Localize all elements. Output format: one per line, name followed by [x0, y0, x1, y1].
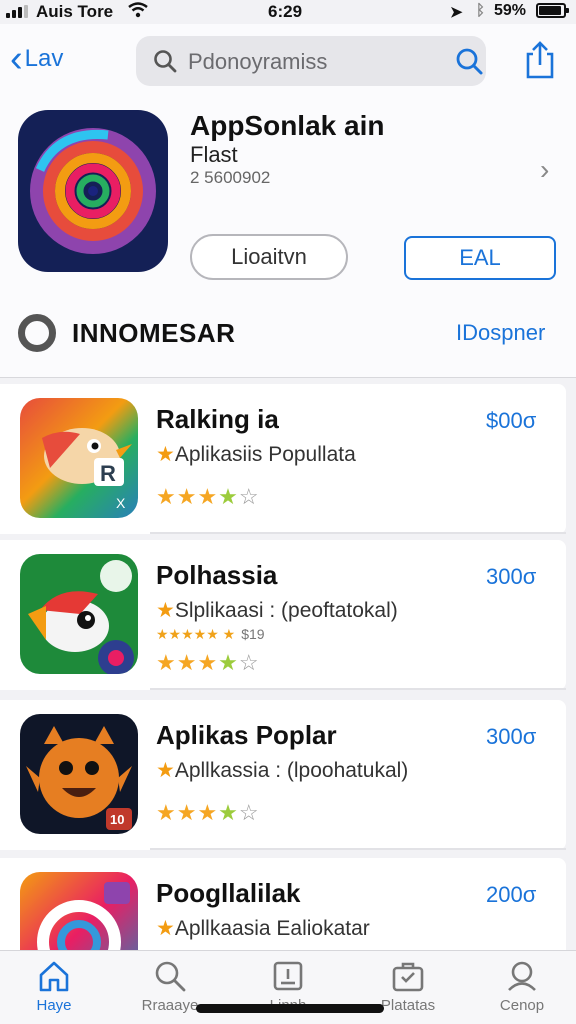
rating-stars: ★★★★☆: [156, 800, 260, 825]
list-item[interactable]: R X Ralking ia $00σ ★Aplikasiis Popullat…: [0, 384, 566, 534]
document-icon: [273, 961, 303, 991]
app-subtitle: Flast: [190, 142, 238, 167]
back-button[interactable]: ‹ Lav: [10, 38, 64, 80]
briefcase-icon: [392, 962, 424, 992]
list-item[interactable]: 10 Aplikas Poplar 300σ ★Apllkassia : (lp…: [0, 700, 566, 850]
section-ring-icon: [18, 314, 56, 352]
tab-search[interactable]: Rraaaye: [120, 959, 220, 1023]
app-number: 2 5600902: [190, 168, 271, 187]
app-list-icon: 10: [20, 714, 138, 834]
list-item[interactable]: Polhassia 300σ ★Slplikaasi : (peoftatoka…: [0, 540, 566, 690]
bluetooth-icon: ᛒ: [476, 2, 486, 19]
star-icon: ★: [156, 759, 175, 782]
app-name: Poogllalilak: [156, 878, 301, 908]
search-icon: [154, 50, 177, 73]
search-bar[interactable]: Pdonoyramiss: [136, 36, 486, 86]
app-price[interactable]: 200σ: [486, 882, 536, 908]
app-category: ★Apllkassia : (lpoohatukal): [156, 759, 409, 782]
app-price[interactable]: $00σ: [486, 408, 536, 434]
battery-icon: [536, 3, 569, 18]
home-icon: [39, 961, 69, 992]
star-icon: ★: [156, 443, 175, 466]
status-bar: Auis Tore 6:29 ➤ ᛒ 59%: [0, 0, 576, 24]
app-price[interactable]: 300σ: [486, 724, 536, 750]
battery-percentage: 59%: [494, 2, 527, 19]
signal-icon: [6, 5, 28, 18]
rating-stars: ★★★★☆: [156, 650, 260, 675]
app-title: AppSonlak ain: [190, 110, 385, 141]
tab-label: Haye: [36, 997, 72, 1014]
wifi-icon: [128, 2, 148, 18]
star-icon: ★: [156, 599, 175, 622]
star-icon: ★: [156, 917, 175, 940]
app-category: ★Aplikasiis Popullata: [156, 443, 356, 466]
tab-updates[interactable]: Linnh: [238, 959, 338, 1023]
app-icon: [18, 110, 168, 272]
tab-home[interactable]: Haye: [4, 959, 104, 1023]
search-submit-icon[interactable]: [454, 46, 484, 76]
rating-stars: ★★★★☆: [156, 484, 260, 509]
app-list-icon: R X: [20, 398, 138, 518]
divider: [150, 848, 566, 850]
location-icon: ➤: [450, 4, 463, 21]
divider: [150, 532, 566, 534]
divider: [150, 688, 566, 690]
app-header: ‹ Lav Pdonoyramiss AppSonlak ain Flast 2…: [0, 24, 576, 378]
profile-icon: [508, 961, 536, 991]
section-title: INNOMESAR: [72, 318, 236, 348]
tab-account[interactable]: Cenop: [472, 959, 572, 1023]
svg-text:R: R: [100, 461, 116, 486]
primary-action-button[interactable]: Lioaitvn: [190, 234, 348, 280]
clock: 6:29: [268, 2, 303, 21]
mini-rating: ★★★★★ ★ $19: [156, 626, 265, 642]
carrier-name: Auis Tore: [36, 2, 114, 21]
app-name: Polhassia: [156, 560, 278, 590]
chevron-right-icon[interactable]: ›: [540, 154, 549, 186]
app-price[interactable]: 300σ: [486, 564, 536, 590]
tab-label: Cenop: [499, 997, 545, 1014]
app-list-icon: [20, 554, 138, 674]
search-icon: [155, 961, 186, 992]
app-category: ★Apllkaasia Ealiokatar: [156, 917, 370, 940]
tab-apps[interactable]: Platatas: [358, 959, 458, 1023]
chevron-left-icon: ‹: [10, 38, 23, 80]
app-name: Aplikas Poplar: [156, 720, 337, 750]
back-label: Lav: [24, 45, 64, 72]
search-input[interactable]: Pdonoyramiss: [188, 49, 327, 75]
app-name: Ralking ia: [156, 404, 279, 434]
svg-text:X: X: [116, 495, 126, 511]
svg-text:10: 10: [110, 812, 124, 827]
app-category: ★Slplikaasi : (peoftatokal): [156, 599, 398, 622]
app-store-screen: Auis Tore 6:29 ➤ ᛒ 59% ‹ Lav Pdonoyramis…: [0, 0, 576, 1024]
home-indicator[interactable]: [196, 1004, 384, 1013]
get-button[interactable]: EAL: [404, 236, 556, 280]
share-icon[interactable]: [524, 40, 556, 80]
section-see-all-link[interactable]: IDospner: [456, 320, 545, 346]
